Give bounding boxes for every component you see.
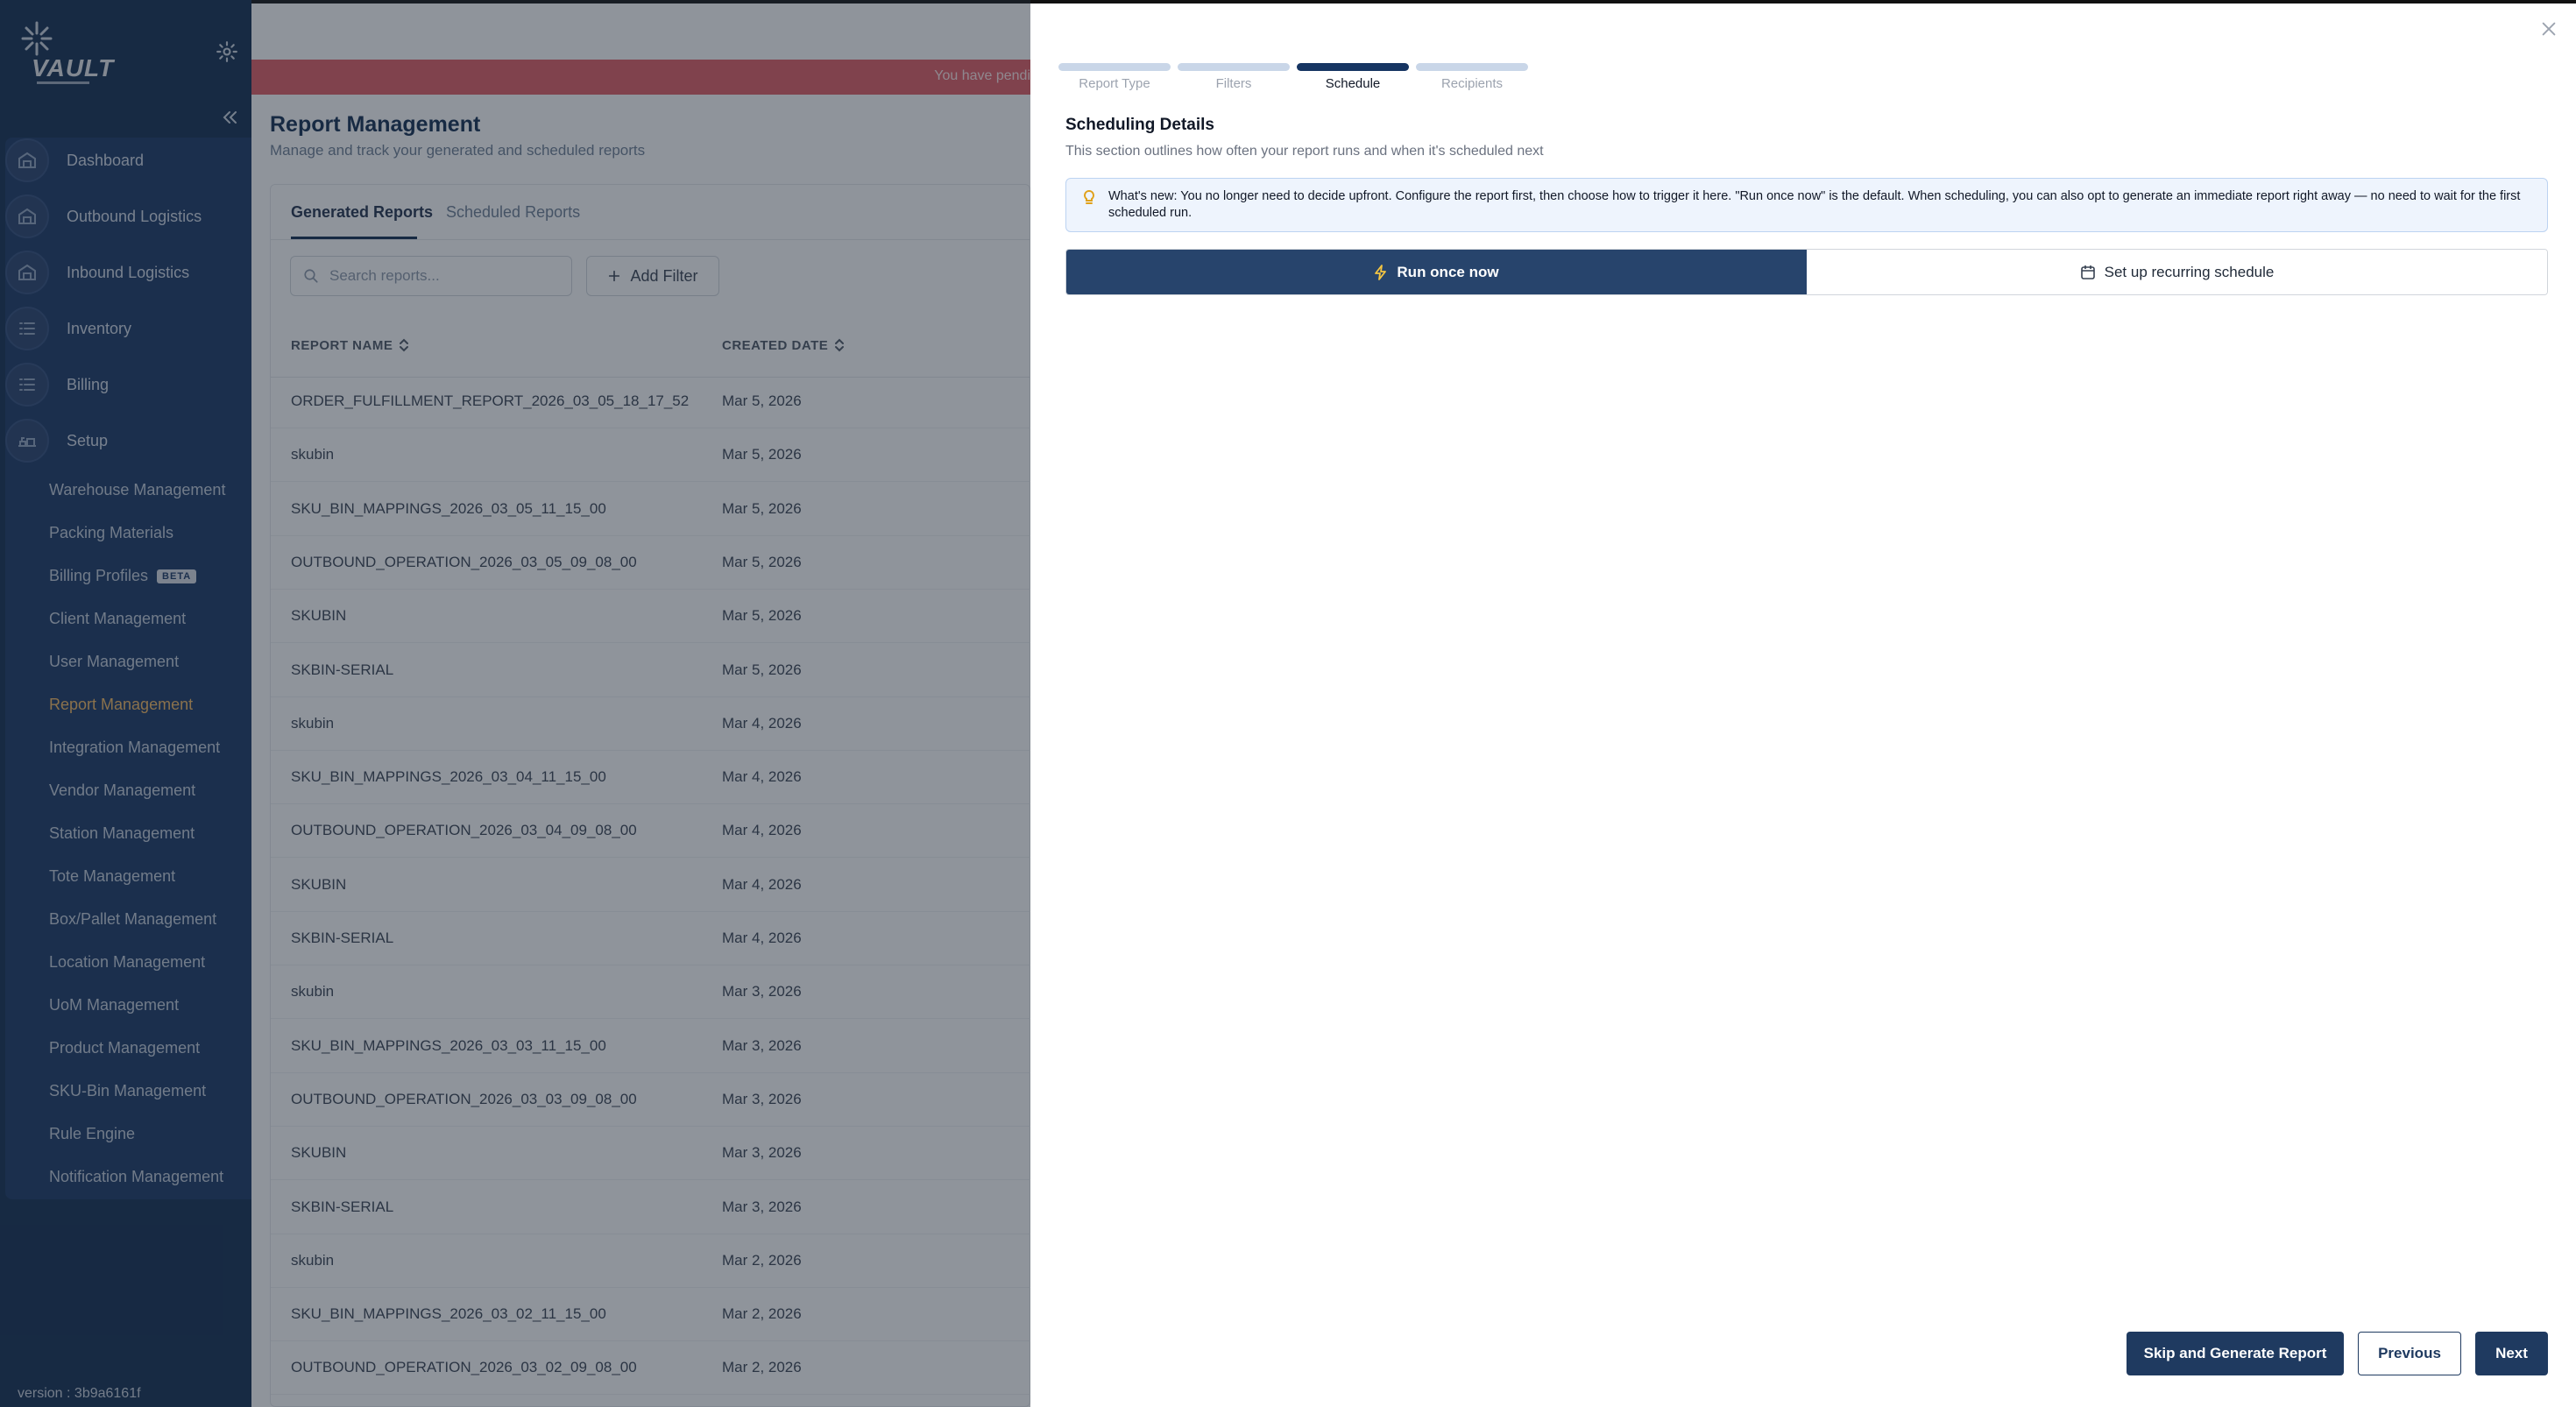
run-once-label: Run once now [1397, 263, 1499, 280]
close-icon[interactable] [2539, 19, 2558, 39]
lightbulb-icon [1084, 189, 1094, 204]
section-subtitle: This section outlines how often your rep… [1065, 144, 1544, 159]
step-bar-filters [1178, 63, 1290, 71]
step-bar-schedule [1297, 63, 1409, 71]
skip-and-generate-button[interactable]: Skip and Generate Report [2127, 1332, 2344, 1375]
next-button[interactable]: Next [2475, 1332, 2548, 1375]
step-bar-recipients [1416, 63, 1528, 71]
step-bar-report-type [1058, 63, 1171, 71]
info-text: What's new: You no longer need to decide… [1108, 189, 2521, 220]
recurring-label: Set up recurring schedule [2104, 263, 2275, 280]
step-label-recipients[interactable]: Recipients [1416, 76, 1528, 91]
previous-button[interactable]: Previous [2358, 1332, 2461, 1375]
step-label-report-type[interactable]: Report Type [1058, 76, 1171, 91]
step-label-filters[interactable]: Filters [1178, 76, 1290, 91]
whats-new-info-box: What's new: You no longer need to decide… [1065, 178, 2548, 232]
step-label-schedule[interactable]: Schedule [1297, 76, 1409, 91]
lightning-icon [1375, 264, 1387, 280]
section-title: Scheduling Details [1065, 116, 1214, 134]
calendar-icon [2080, 265, 2095, 279]
trigger-mode-toggle: Run once now Set up recurring schedule [1065, 249, 2548, 295]
modal-backdrop[interactable] [0, 0, 1030, 1407]
run-once-now-button[interactable]: Run once now [1066, 250, 1807, 294]
recurring-schedule-button[interactable]: Set up recurring schedule [1807, 250, 2547, 294]
